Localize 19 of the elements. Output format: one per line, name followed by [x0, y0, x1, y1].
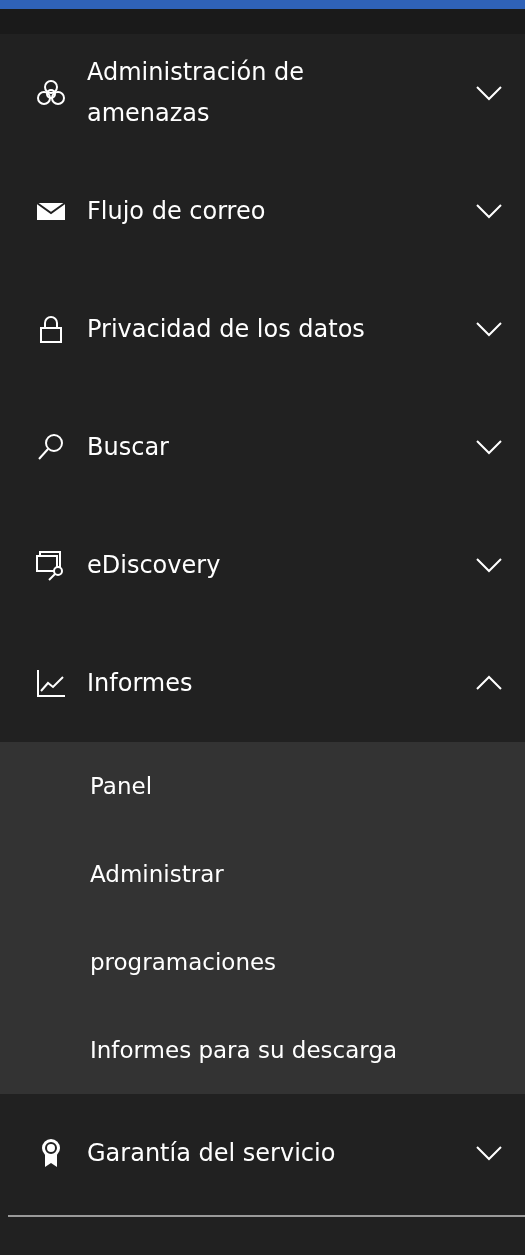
nav-item[interactable]: Garantía del servicio: [0, 1094, 525, 1212]
line-chart-icon: [35, 667, 67, 699]
nav-item[interactable]: Administración de amenazas: [0, 34, 525, 152]
nav-label: Privacidad de los datos: [87, 313, 366, 345]
nav-label: Garantía del servicio: [87, 1137, 337, 1169]
submenu-item[interactable]: programaciones: [0, 918, 525, 1006]
nav-label: Flujo de correo: [87, 195, 267, 227]
submenu-item[interactable]: Informes para su descarga: [0, 1006, 525, 1094]
nav-item[interactable]: Flujo de correo: [0, 152, 525, 270]
nav-label: Administración de amenazas: [87, 57, 306, 129]
nav-item[interactable]: eDiscovery: [0, 506, 525, 624]
nav-item[interactable]: Informes: [0, 624, 525, 742]
submenu-item[interactable]: Administrar: [0, 830, 525, 918]
nav-item[interactable]: Buscar: [0, 388, 525, 506]
nav-item[interactable]: Privacidad de los datos: [0, 270, 525, 388]
submenu-item[interactable]: Panel: [0, 742, 525, 830]
nav-label: Informes: [87, 667, 194, 699]
nav-label: eDiscovery: [87, 549, 222, 581]
nav-label: Buscar: [87, 431, 170, 463]
